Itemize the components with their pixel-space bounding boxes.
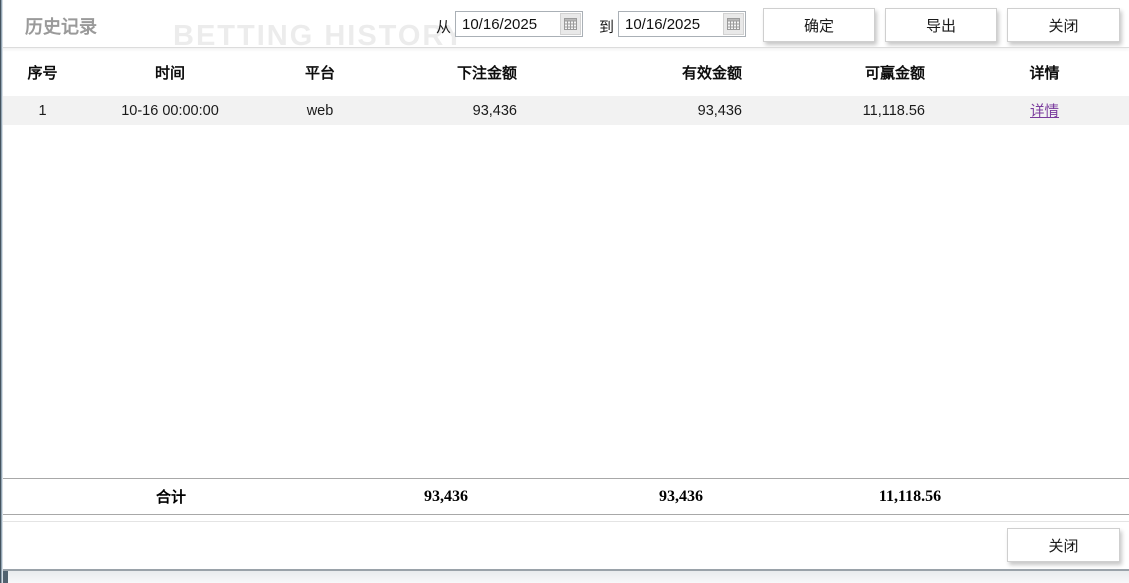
totals-winnable-amount: 11,118.56 — [812, 488, 1008, 506]
history-table: 序号 时间 平台 下注金额 有效金额 可赢金额 详情 1 10-16 00:00… — [0, 48, 1129, 125]
col-header-valid-amount: 有效金额 — [557, 48, 780, 96]
from-date-input[interactable]: 10/16/2025 — [455, 11, 583, 37]
col-header-platform: 平台 — [255, 48, 385, 96]
close-button-bottom[interactable]: 关闭 — [1007, 528, 1120, 562]
col-header-bet-amount: 下注金额 — [385, 48, 557, 96]
col-header-index: 序号 — [0, 48, 85, 96]
confirm-button[interactable]: 确定 — [763, 8, 875, 42]
cell-winnable-amount: 11,118.56 — [780, 96, 960, 125]
col-header-detail: 详情 — [960, 48, 1129, 96]
cell-platform: web — [255, 96, 385, 125]
col-header-winnable-amount: 可赢金额 — [780, 48, 960, 96]
totals-valid-amount: 93,436 — [550, 488, 812, 506]
to-date-value[interactable]: 10/16/2025 — [619, 16, 723, 33]
to-date-input[interactable]: 10/16/2025 — [618, 11, 746, 37]
to-calendar-icon[interactable] — [723, 13, 744, 35]
from-calendar-icon[interactable] — [560, 13, 581, 35]
detail-link[interactable]: 详情 — [1030, 104, 1059, 120]
col-header-time: 时间 — [85, 48, 255, 96]
table-row: 1 10-16 00:00:00 web 93,436 93,436 11,11… — [0, 96, 1129, 125]
cell-valid-amount: 93,436 — [557, 96, 780, 125]
calendar-grid-icon — [564, 18, 577, 30]
totals-bet-amount: 93,436 — [342, 488, 550, 506]
from-date-label: 从 — [436, 16, 451, 37]
cell-index: 1 — [0, 96, 85, 125]
to-date-label: 到 — [599, 16, 614, 37]
export-button[interactable]: 导出 — [885, 8, 997, 42]
watermark-text: BETTING HISTORY — [173, 20, 466, 48]
totals-label: 合计 — [0, 486, 342, 507]
bottom-strip — [0, 571, 1129, 583]
dialog-header: BETTING HISTORY 历史记录 从 10/16/2025 到 10/1… — [0, 0, 1129, 48]
page-title: 历史记录 — [25, 13, 97, 39]
betting-history-dialog: BETTING HISTORY 历史记录 从 10/16/2025 到 10/1… — [0, 0, 1129, 583]
footer-divider — [0, 521, 1129, 522]
close-button-top[interactable]: 关闭 — [1007, 8, 1120, 42]
totals-row: 合计 93,436 93,436 11,118.56 — [0, 478, 1129, 515]
calendar-grid-icon — [727, 18, 740, 30]
from-date-value[interactable]: 10/16/2025 — [456, 16, 560, 33]
window-left-edge — [0, 0, 3, 583]
table-header-row: 序号 时间 平台 下注金额 有效金额 可赢金额 详情 — [0, 48, 1129, 96]
cell-bet-amount: 93,436 — [385, 96, 557, 125]
cell-time: 10-16 00:00:00 — [85, 96, 255, 125]
